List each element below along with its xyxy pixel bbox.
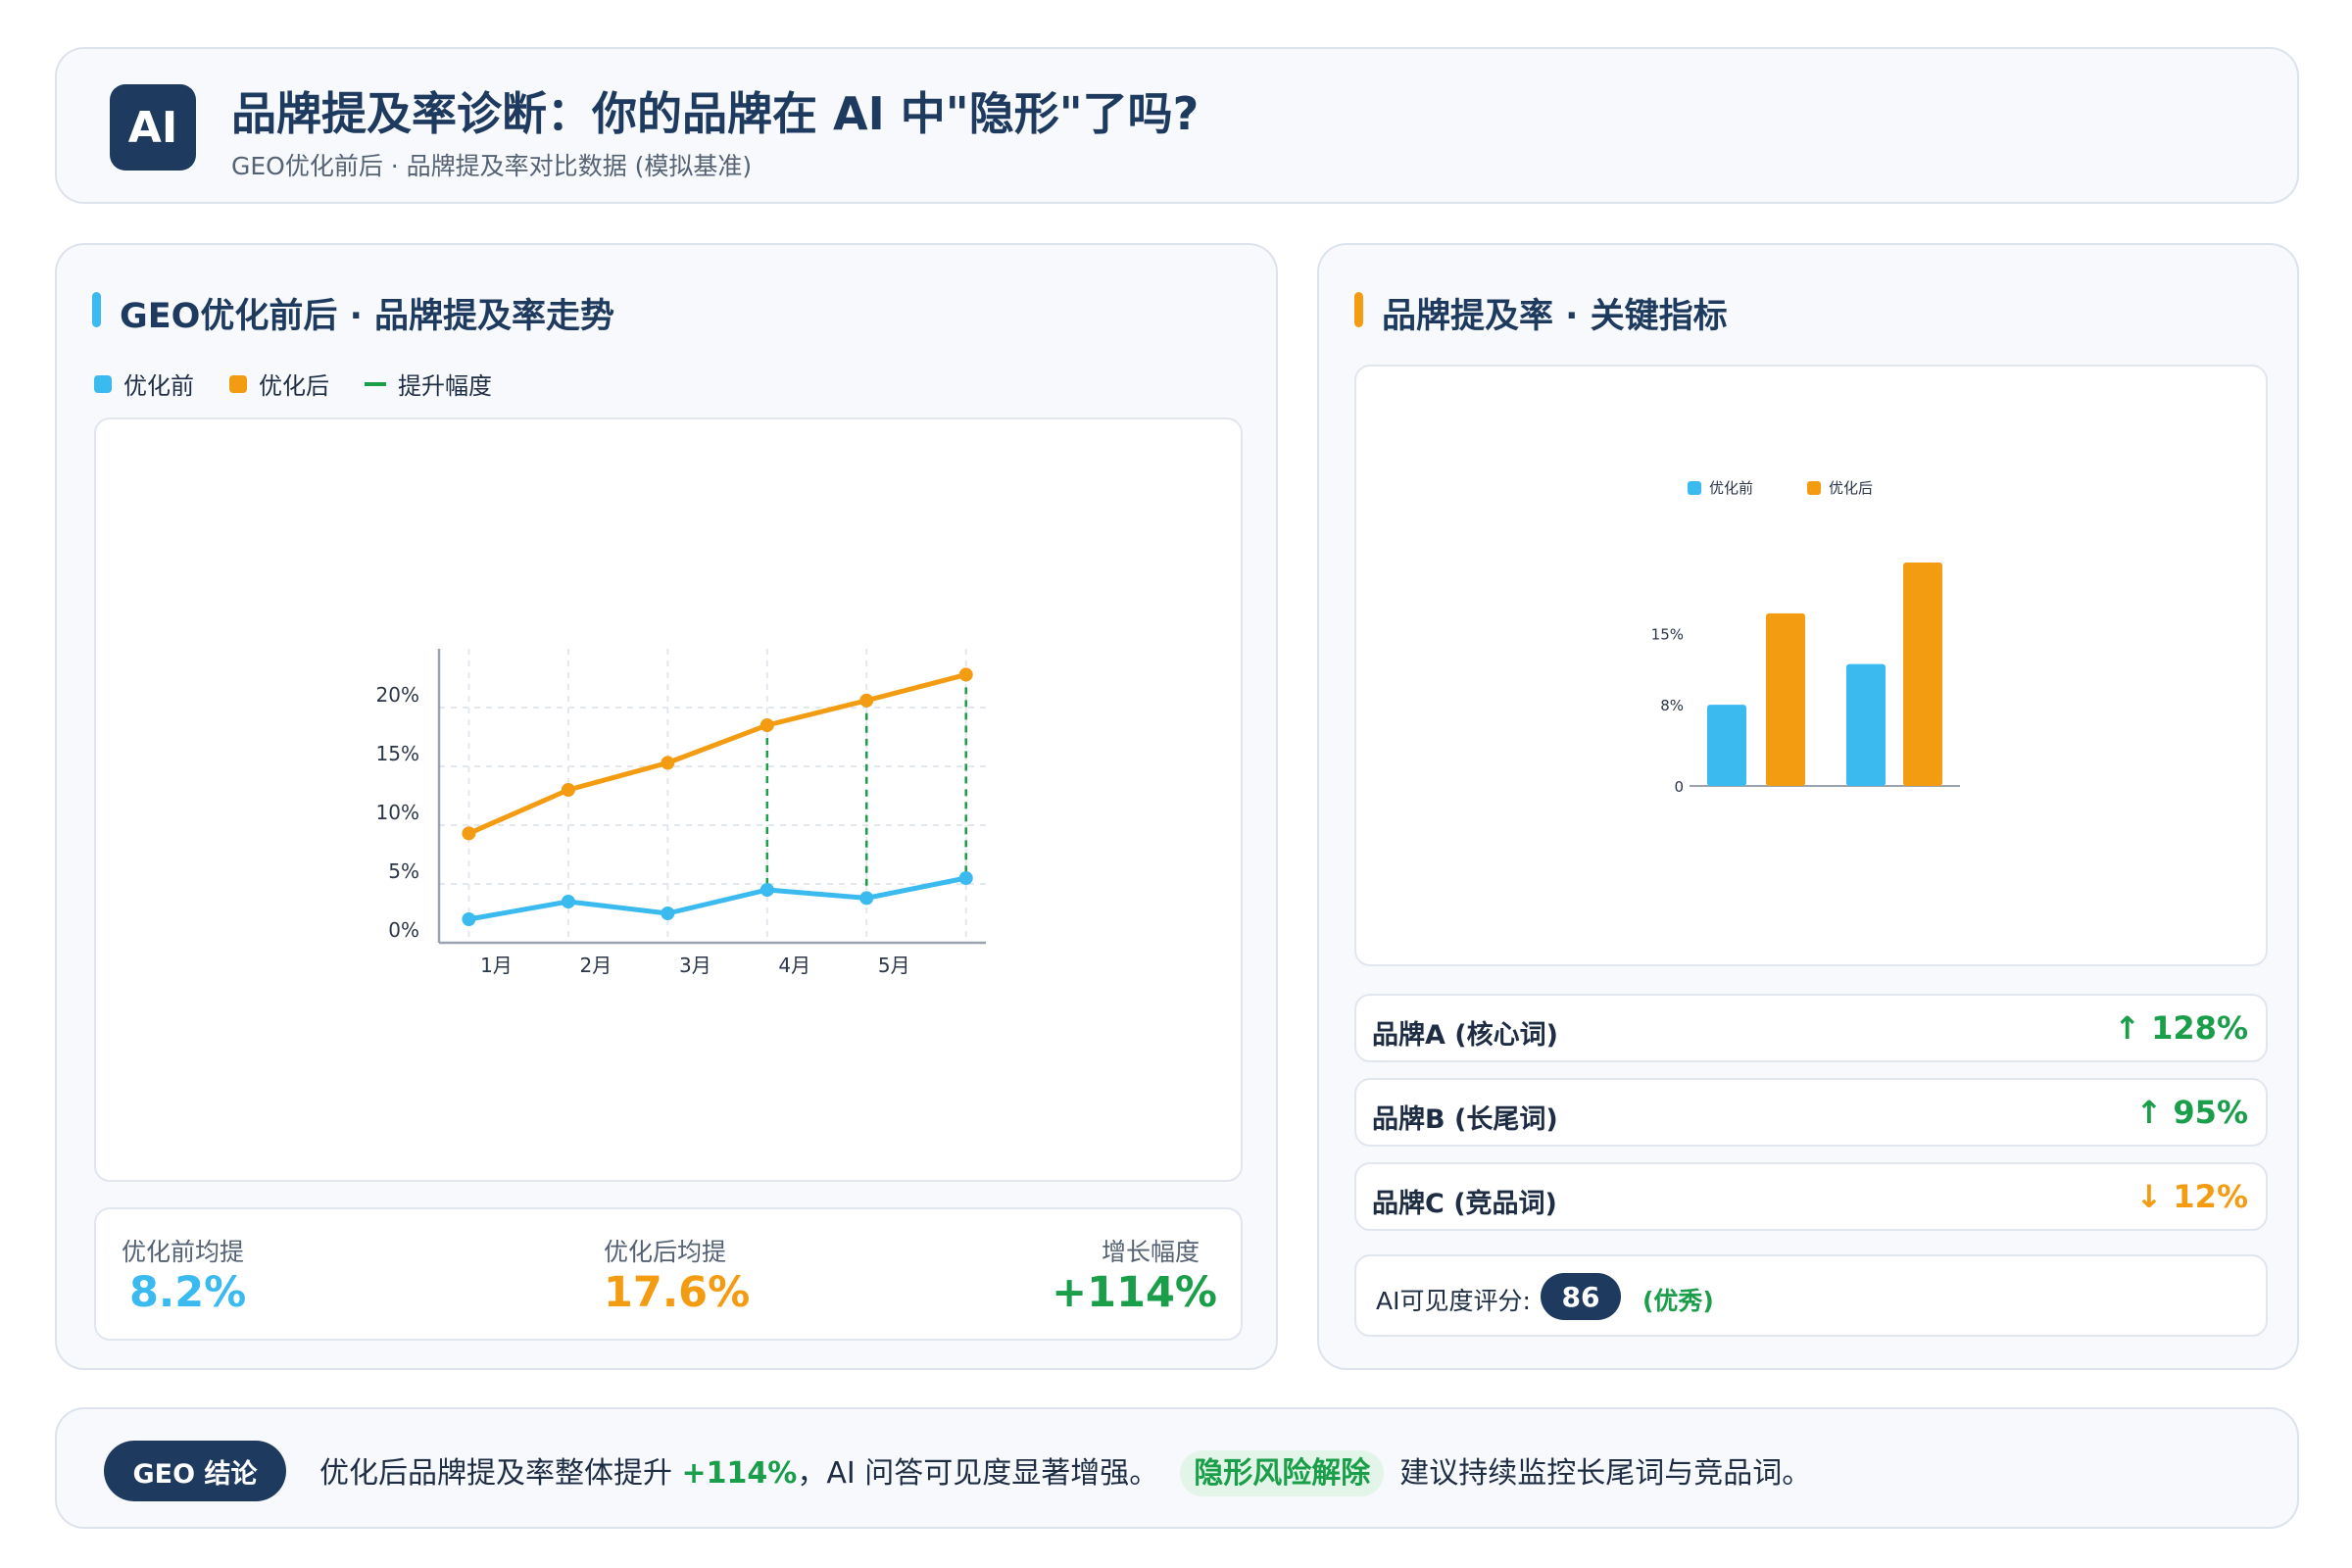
page-subtitle: GEO优化前后 · 品牌提及率对比数据 (模拟基准) [231, 152, 753, 180]
stat-after-label: 优化后均提 [604, 1238, 727, 1266]
legend-label-after: 优化后 [259, 372, 329, 400]
data-point-after [859, 693, 874, 708]
score-label: AI可见度评分: [1376, 1287, 1531, 1315]
bar-legend-swatch [1688, 481, 1701, 495]
metric-change-down: ↓ 12% [2135, 1178, 2248, 1215]
data-point-before [958, 871, 973, 885]
metric-row-brand-a: 品牌A (核心词) ↑ 128% [1354, 994, 2268, 1062]
stat-after-value: 17.6% [604, 1268, 751, 1317]
data-point-before [661, 906, 675, 920]
data-point-before [760, 883, 774, 897]
y-tick-label: 5% [388, 859, 419, 883]
metric-name: 品牌B (长尾词) [1372, 1104, 1558, 1135]
data-point-after [462, 826, 476, 841]
data-point-after [561, 783, 575, 797]
trend-panel-title: GEO优化前后 · 品牌提及率走势 [120, 297, 615, 336]
bar-legend-swatch [1807, 481, 1821, 495]
trend-panel: GEO优化前后 · 品牌提及率走势 优化前 优化后 提升幅度 0% 5% 10% 15… [55, 243, 1278, 1370]
bar-chart: 优化前 优化后 0 8% 15% [1651, 479, 1960, 796]
header-card: AI 品牌提及率诊断：你的品牌在 AI 中"隐形"了吗? GEO优化前后 · 品… [55, 47, 2299, 204]
data-point-before [462, 912, 476, 926]
line-chart-frame: 0% 5% 10% 15% 20% 1月 2月 3月 4月 5月 [94, 417, 1243, 1182]
y-tick-label: 10% [376, 801, 419, 824]
metric-change-up: ↑ 128% [2114, 1009, 2248, 1047]
data-point-before [859, 891, 874, 906]
visibility-score: AI可见度评分: 86 (优秀) [1354, 1254, 2268, 1337]
y-tick-label: 15% [376, 742, 419, 765]
legend-item-after: 优化后 [229, 367, 329, 401]
x-tick-label: 1月 [480, 954, 513, 977]
conclusion-card: GEO 结论 优化后品牌提及率整体提升 +114%，AI 问答可见度显著增强。隐… [55, 1407, 2299, 1529]
legend-swatch-after [229, 374, 247, 393]
legend-item-before: 优化前 [94, 367, 194, 401]
legend-swatch-lift [365, 381, 386, 386]
score-value-pill: 86 [1541, 1273, 1621, 1320]
metric-row-brand-b: 品牌B (长尾词) ↑ 95% [1354, 1078, 2268, 1147]
data-point-after [661, 756, 675, 770]
bar-y-tick-label: 8% [1660, 697, 1684, 714]
bar-y-tick-label: 15% [1651, 626, 1684, 644]
data-point-before [561, 895, 575, 908]
y-tick-label: 20% [376, 683, 419, 707]
trend-legend: 优化前 优化后 提升幅度 [94, 367, 492, 401]
bar-after [1903, 563, 1942, 786]
metric-change-up: ↑ 95% [2135, 1094, 2248, 1131]
ai-logo: AI [110, 84, 196, 171]
data-point-after [958, 667, 973, 682]
risk-cleared-tag: 隐形风险解除 [1180, 1450, 1385, 1496]
conclusion-badge: GEO 结论 [104, 1441, 286, 1501]
stat-growth-value: +114% [1052, 1268, 1217, 1317]
metric-name: 品牌C (竞品词) [1372, 1189, 1557, 1219]
y-tick-label: 0% [388, 918, 419, 942]
stats-summary: 优化前均提 8.2% 优化后均提 17.6% 增长幅度 +114% [94, 1207, 1243, 1341]
score-grade: (优秀) [1642, 1287, 1714, 1315]
bar-after [1766, 612, 1805, 786]
stat-before-value: 8.2% [129, 1268, 247, 1317]
bar-y-tick-label: 0 [1674, 778, 1684, 796]
x-tick-label: 3月 [679, 954, 711, 977]
metric-row-brand-c: 品牌C (竞品词) ↓ 12% [1354, 1162, 2268, 1231]
legend-label-before: 优化前 [123, 372, 194, 400]
conclusion-text-mid: ，AI 问答可见度显著增强。 [797, 1456, 1159, 1491]
metrics-panel-title: 品牌提及率 · 关键指标 [1382, 297, 1728, 336]
bar-legend-label: 优化前 [1709, 479, 1753, 497]
conclusion-text-post: 建议持续监控长尾词与竞品词。 [1399, 1456, 1812, 1491]
metric-name: 品牌A (核心词) [1372, 1020, 1558, 1051]
conclusion-text: 优化后品牌提及率整体提升 +114%，AI 问答可见度显著增强。 隐形风险解除 建议… [319, 1448, 1812, 1496]
bar-before [1707, 705, 1746, 786]
metrics-panel: 品牌提及率 · 关键指标 优化前 优化后 0 8% 15% 品牌A (核心词) ↑ 12… [1317, 243, 2299, 1370]
x-tick-label: 2月 [580, 954, 612, 977]
series-line-after [467, 671, 967, 836]
page-title: 品牌提及率诊断：你的品牌在 AI 中"隐形"了吗? [231, 87, 1200, 140]
bar-legend-label: 优化后 [1829, 479, 1873, 497]
legend-swatch-before [94, 374, 112, 393]
stat-growth-label: 增长幅度 [1101, 1238, 1200, 1266]
bar-before [1846, 663, 1886, 786]
x-tick-label: 4月 [778, 954, 810, 977]
conclusion-text-pre: 优化后品牌提及率整体提升 [319, 1456, 672, 1491]
x-tick-label: 5月 [878, 954, 910, 977]
legend-label-lift: 提升幅度 [398, 372, 492, 400]
stat-before-label: 优化前均提 [122, 1238, 245, 1266]
legend-item-lift: 提升幅度 [365, 367, 492, 401]
bar-chart-frame: 优化前 优化后 0 8% 15% [1354, 365, 2268, 966]
data-point-after [760, 718, 774, 732]
conclusion-highlight: +114% [681, 1456, 798, 1491]
line-chart: 0% 5% 10% 15% 20% 1月 2月 3月 4月 5月 [376, 649, 986, 977]
